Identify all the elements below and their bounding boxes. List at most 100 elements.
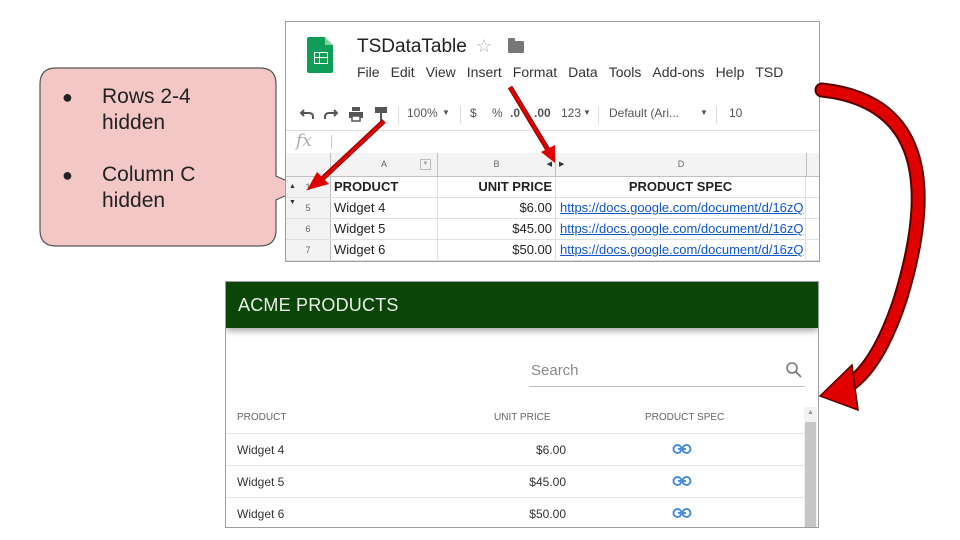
chevron-down-icon[interactable]: ▼ — [442, 108, 450, 117]
column-header-b[interactable]: B ◀ — [438, 153, 556, 176]
column-header-label: D — [677, 159, 685, 169]
filter-dropdown-icon[interactable]: ▼ — [420, 159, 431, 170]
link-icon[interactable] — [672, 474, 692, 488]
menu-bar: File Edit View Insert Format Data Tools … — [357, 64, 794, 80]
star-icon[interactable]: ☆ — [476, 36, 492, 57]
document-title[interactable]: TSDataTable — [357, 36, 467, 58]
decrease-decimal-button[interactable]: .0 — [510, 106, 520, 120]
cell-b1[interactable]: UNIT PRICE — [438, 177, 556, 197]
row-number-label: 5 — [305, 203, 311, 213]
cell-price[interactable]: $50.00 — [438, 240, 556, 260]
search-icon[interactable] — [785, 361, 803, 379]
acme-header-bar: ACME PRODUCTS — [226, 282, 818, 328]
sheet-row-6: 6 Widget 5 $45.00 https://docs.google.co… — [286, 219, 819, 240]
toolbar: 100% ▼ $ % .0 .00 123 ▼ Default (Ari... … — [286, 98, 819, 132]
print-icon[interactable] — [348, 106, 364, 122]
sheets-logo-icon[interactable] — [307, 37, 333, 73]
column-header-label: B — [493, 159, 500, 169]
hidden-rows-down-arrow-icon[interactable]: ▼ — [289, 193, 296, 213]
bullet: ● — [62, 165, 73, 185]
price-cell: $45.00 — [529, 475, 566, 489]
chevron-down-icon[interactable]: ▼ — [700, 108, 708, 117]
row-number-label: 1 — [305, 182, 311, 192]
cell-price[interactable]: $6.00 — [438, 198, 556, 218]
product-cell: Widget 4 — [237, 443, 285, 457]
sheets-window: TSDataTable ☆ File Edit View Insert Form… — [285, 21, 820, 262]
sheet-row-5: ▼ 5 Widget 4 $6.00 https://docs.google.c… — [286, 198, 819, 219]
row-number[interactable]: ▼ 5 — [286, 198, 331, 218]
redo-icon[interactable] — [324, 108, 338, 120]
undo-icon[interactable] — [300, 108, 314, 120]
price-cell: $50.00 — [529, 507, 566, 521]
cell-product[interactable]: Widget 6 — [334, 240, 438, 260]
cell-spec-link[interactable]: https://docs.google.com/document/d/16zQ — [560, 198, 806, 218]
menu-format[interactable]: Format — [513, 64, 557, 80]
cell-price[interactable]: $45.00 — [438, 219, 556, 239]
menu-edit[interactable]: Edit — [391, 64, 415, 80]
toolbar-divider — [398, 106, 399, 124]
currency-format-button[interactable]: $ — [470, 106, 477, 120]
column-header-product-spec[interactable]: PRODUCT SPEC — [645, 412, 724, 423]
callout-item-text: Rows 2-4 hidden — [102, 85, 191, 134]
menu-add-ons[interactable]: Add-ons — [652, 64, 704, 80]
product-cell: Widget 5 — [237, 475, 285, 489]
cell-a1[interactable]: PRODUCT — [334, 177, 438, 197]
column-header-product[interactable]: PRODUCT — [237, 412, 286, 423]
fx-icon: fx — [296, 131, 312, 151]
zoom-select[interactable]: 100% — [407, 106, 438, 120]
table-row: Widget 5 $45.00 — [226, 465, 806, 498]
paint-format-icon[interactable] — [374, 106, 388, 122]
curved-arrow-shadow — [814, 82, 926, 398]
menu-insert[interactable]: Insert — [467, 64, 502, 80]
table-row: Widget 4 $6.00 — [226, 433, 806, 466]
folder-icon[interactable] — [508, 38, 524, 53]
menu-tsd[interactable]: TSD — [755, 64, 783, 80]
acme-title: ACME PRODUCTS — [238, 295, 399, 315]
sheet-row-7: 7 Widget 6 $50.00 https://docs.google.co… — [286, 240, 819, 261]
formula-bar[interactable]: fx — [286, 130, 819, 154]
search-placeholder: Search — [531, 362, 579, 379]
number-format-button[interactable]: 123 — [561, 106, 581, 120]
column-header-d[interactable]: ▶ D — [556, 153, 807, 176]
select-all-corner[interactable] — [286, 153, 331, 176]
cell-spec-link[interactable]: https://docs.google.com/document/d/16zQ — [560, 219, 806, 239]
formula-divider — [331, 135, 332, 149]
scroll-thumb[interactable] — [805, 422, 816, 527]
row-number[interactable]: 7 — [286, 240, 331, 260]
chevron-down-icon[interactable]: ▼ — [583, 108, 591, 117]
increase-decimal-button[interactable]: .00 — [534, 106, 551, 120]
link-icon[interactable] — [672, 506, 692, 520]
row-number[interactable]: 6 — [286, 219, 331, 239]
scroll-up-arrow-icon[interactable]: ▲ — [807, 409, 814, 416]
callout-item: ● Rows 2-4 hidden — [58, 84, 258, 136]
cell-d1[interactable]: PRODUCT SPEC — [556, 177, 806, 197]
toolbar-divider — [716, 106, 717, 124]
menu-view[interactable]: View — [426, 64, 456, 80]
font-size-select[interactable]: 10 — [729, 106, 742, 120]
menu-data[interactable]: Data — [568, 64, 598, 80]
hidden-column-right-arrow-icon[interactable]: ▶ — [559, 153, 564, 176]
product-cell: Widget 6 — [237, 507, 285, 521]
cell-product[interactable]: Widget 5 — [334, 219, 438, 239]
cell-spec-link[interactable]: https://docs.google.com/document/d/16zQ — [560, 240, 806, 260]
callout-text: ● Rows 2-4 hidden ● Column C hidden — [58, 84, 258, 240]
hidden-column-left-arrow-icon[interactable]: ◀ — [547, 153, 552, 176]
column-header-row: A ▼ B ◀ ▶ D — [286, 153, 819, 177]
column-header-unit-price[interactable]: UNIT PRICE — [494, 412, 551, 423]
bullet: ● — [62, 87, 73, 107]
column-header-a[interactable]: A ▼ — [331, 153, 438, 176]
menu-help[interactable]: Help — [716, 64, 745, 80]
menu-tools[interactable]: Tools — [609, 64, 642, 80]
percent-format-button[interactable]: % — [492, 106, 503, 120]
callout-item: ● Column C hidden — [58, 162, 258, 214]
font-select[interactable]: Default (Ari... — [609, 106, 679, 120]
vertical-scrollbar[interactable]: ▲ — [804, 407, 817, 527]
curved-arrow-icon — [816, 84, 924, 396]
toolbar-divider — [598, 106, 599, 124]
cell-product[interactable]: Widget 4 — [334, 198, 438, 218]
menu-file[interactable]: File — [357, 64, 380, 80]
search-input[interactable]: Search — [529, 358, 805, 387]
link-icon[interactable] — [672, 442, 692, 456]
callout-item-text: Column C hidden — [102, 163, 196, 212]
curved-arrowhead-icon — [818, 363, 859, 412]
